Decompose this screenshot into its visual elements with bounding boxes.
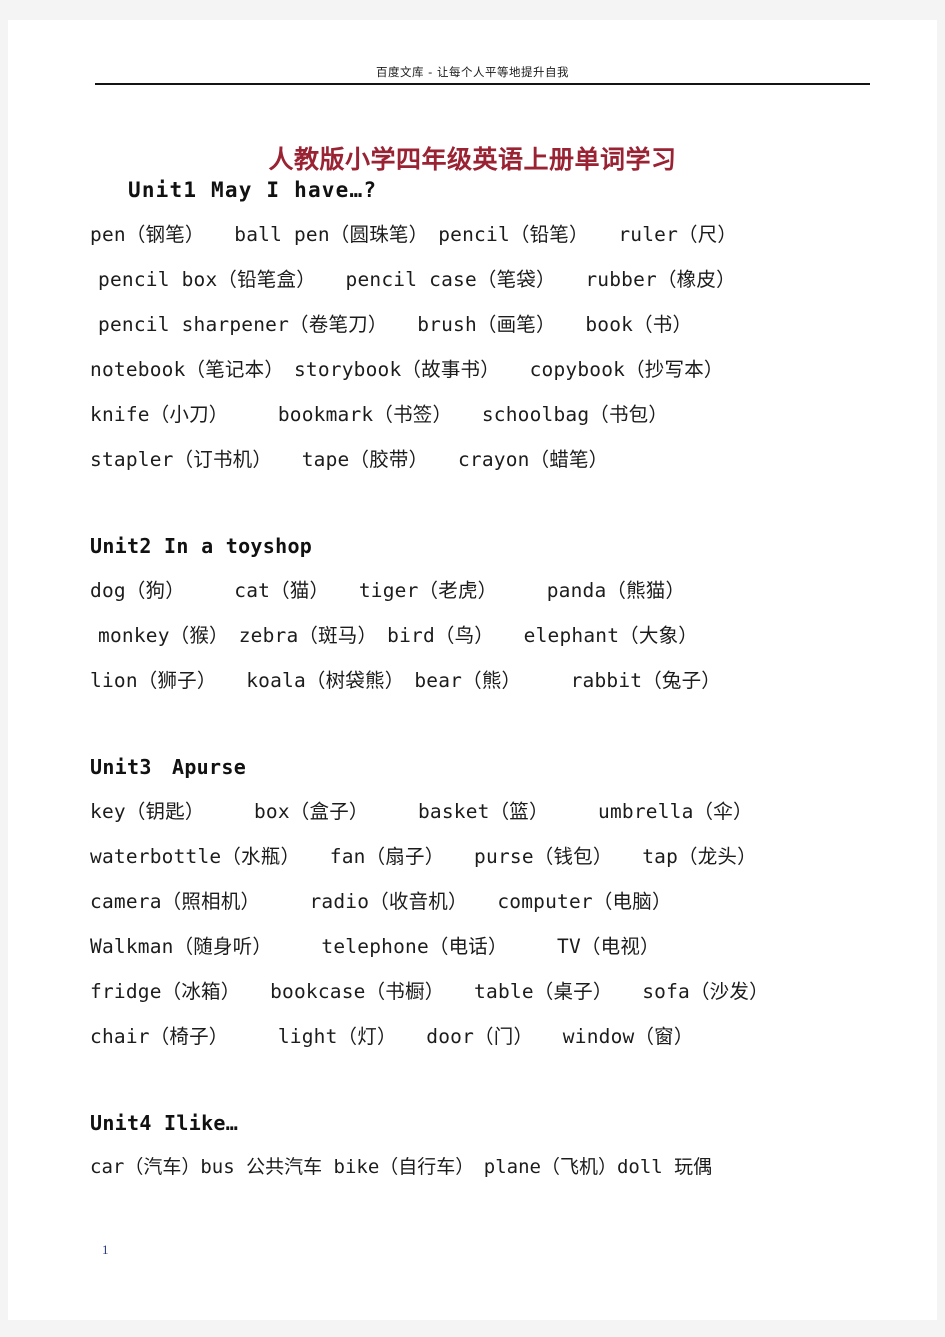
- unit-heading-2: Unit2 In a toyshop: [90, 534, 313, 558]
- document-body: Unit1 May I have…? pen（钢笔） ball pen（圆珠笔）…: [90, 168, 880, 1190]
- vocab-line: key（钥匙） box（盒子） basket（篮） umbrella（伞）: [90, 800, 753, 823]
- vocab-line: notebook（笔记本） storybook（故事书） copybook（抄写…: [90, 358, 724, 381]
- vocab-line: car（汽车）bus 公共汽车 bike（自行车） plane（飞机）doll …: [90, 1156, 713, 1178]
- vocab-line: chair（椅子） light（灯） door（门） window（窗）: [90, 1025, 694, 1048]
- unit-heading-1: Unit1 May I have…?: [128, 178, 378, 202]
- unit-heading-4: Unit4 Ilike…: [90, 1111, 239, 1135]
- vocab-line: pencil box（铅笔盒） pencil case（笔袋） rubber（橡…: [98, 268, 736, 291]
- vocab-line: Walkman（随身听） telephone（电话） TV（电视）: [90, 935, 660, 958]
- header-divider: [95, 83, 870, 85]
- vocab-line: stapler（订书机） tape（胶带） crayon（蜡笔）: [90, 448, 609, 471]
- vocab-line: waterbottle（水瓶） fan（扇子） purse（钱包） tap（龙头…: [90, 845, 757, 868]
- vocab-line: pen（钢笔） ball pen（圆珠笔） pencil（铅笔） ruler（尺…: [90, 223, 738, 246]
- vocab-line: lion（狮子） koala（树袋熊） bear（熊） rabbit（兔子）: [90, 669, 722, 692]
- vocab-line: knife（小刀） bookmark（书签） schoolbag（书包）: [90, 403, 669, 426]
- vocab-line: dog（狗） cat（猫） tiger（老虎） panda（熊猫）: [90, 579, 686, 602]
- unit-heading-3: Unit3 Apurse: [90, 755, 247, 779]
- vocab-line: camera（照相机） radio（收音机） computer（电脑）: [90, 890, 672, 913]
- page-number: 1: [102, 1242, 109, 1257]
- document-watermark-header: 百度文库 - 让每个人平等地提升自我: [376, 65, 569, 79]
- document-page: 百度文库 - 让每个人平等地提升自我 人教版小学四年级英语上册单词学习 Unit…: [8, 20, 937, 1320]
- vocab-line: pencil sharpener（卷笔刀） brush（画笔） book（书）: [98, 313, 693, 336]
- vocab-line: monkey（猴） zebra（斑马） bird（鸟） elephant（大象）: [98, 624, 698, 647]
- vocab-line: fridge（冰箱） bookcase（书橱） table（桌子） sofa（沙…: [90, 980, 769, 1003]
